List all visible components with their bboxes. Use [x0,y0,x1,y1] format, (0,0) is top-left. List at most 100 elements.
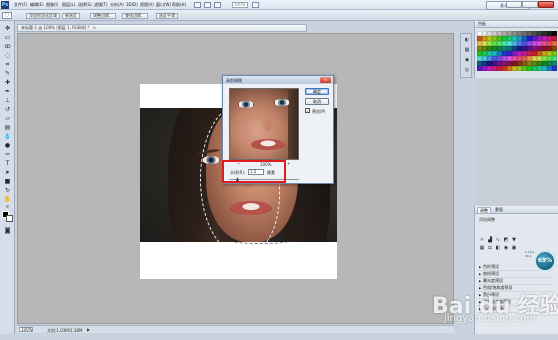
dialog-close-button[interactable]: × [320,77,331,83]
swatches-panel-icon[interactable]: ▦ [463,47,471,54]
restore-button[interactable] [522,1,538,8]
zoom-level-field[interactable]: 100% [232,2,248,8]
type-tool-icon[interactable]: T [3,160,12,167]
black-white-icon[interactable]: ◧ [495,245,501,251]
menu-file[interactable]: 文件(F) [14,2,27,8]
menu-view[interactable]: 视图(V) [140,2,154,8]
3d-rotate-tool-icon[interactable]: ↻ [3,187,12,194]
photo-filter-icon[interactable]: ◉ [503,245,509,251]
baidu-watermark-url: jingyan.baidu.com [444,313,537,324]
close-document-icon[interactable]: × [93,25,96,31]
move-tool-icon[interactable]: ✥ [3,25,12,32]
quick-selection-tool-icon[interactable]: ◌ [3,52,12,59]
healing-brush-tool-icon[interactable]: ✚ [3,79,12,86]
menu-layer[interactable]: 图层(L) [62,2,75,8]
list-item[interactable]: ▶ 曝光度预设 [478,278,554,285]
selection-marquee-edge [230,238,290,244]
option-add-to-selection[interactable]: 添加到羽化区域 [26,13,60,19]
dialog-titlebar[interactable]: 高斯模糊 × [223,76,333,84]
curves-icon[interactable]: ∿ [495,237,501,243]
menu-select[interactable]: 选择(S) [78,2,92,8]
panel-empty-area [474,78,558,206]
document-tab[interactable]: 未标题-1 @ 100% (图层 1, RGB/8) * × [17,24,307,32]
color-panel-icon[interactable]: ◐ [463,37,471,44]
expand-triangle-icon[interactable]: ▶ [479,278,481,284]
swatch-color[interactable] [552,66,557,71]
preview-checkbox-label: 预览(P) [312,109,326,114]
quick-mask-icon[interactable]: ◙ [3,227,12,234]
dialog-title: 高斯模糊 [226,78,242,83]
menu-analysis[interactable]: 分析(A) [110,2,124,8]
gradient-tool-icon[interactable]: ▤ [3,124,12,131]
levels-icon[interactable]: ▟ [487,237,493,243]
option-new-selection[interactable]: 新选区 [62,13,80,19]
clone-stamp-tool-icon[interactable]: ⊥ [3,97,12,104]
arrange-documents-icon[interactable] [214,2,221,8]
preview-right-eye [274,99,290,106]
status-bar: 100% 文档:1.03M/1.38M ▶ [17,325,454,333]
background-color-swatch[interactable] [6,215,13,222]
close-window-button[interactable] [538,1,554,8]
quick-selection-tool-icon[interactable]: ◌ [2,12,12,19]
hand-tool-icon[interactable]: ✋ [3,196,12,203]
shape-tool-icon[interactable]: ■ [3,178,12,185]
list-item-label: 曝光度预设 [483,278,503,283]
performance-gauge[interactable]: 69% [534,250,556,272]
zoom-tool-icon[interactable]: ⌕ [3,203,12,210]
blur-tool-icon[interactable]: 💧 [3,133,12,140]
swatch-grid[interactable] [477,31,557,71]
list-item-label: 曲线预设 [483,271,499,276]
channel-mixer-icon[interactable]: ▣ [511,245,517,251]
network-speed: 0.1K/s 0K/s [525,250,534,258]
expand-triangle-icon[interactable]: ▶ [479,271,481,277]
preview-nose [261,111,275,131]
brightness-icon[interactable]: ☼ [479,237,485,243]
menu-window[interactable]: 窗口(W) [156,2,171,8]
preview-checkbox[interactable]: ✓ [305,108,310,113]
cancel-button[interactable]: 取消 [305,98,329,105]
preview-hair [288,89,298,159]
tab-adjustments[interactable]: 调整 [477,207,491,213]
list-item[interactable]: ▶ 曲线预设 [478,271,554,278]
menu-3d[interactable]: 3D(D) [126,2,138,7]
expand-triangle-icon[interactable]: ▶ [479,264,481,270]
option-smooth-selection[interactable]: 选区平滑 [156,13,178,19]
swatches-panel-title: 色板 [475,21,558,28]
menu-image[interactable]: 图像(I) [46,2,58,8]
menu-bar: Ps 文件(F) 编辑(E) 图像(I) 图层(L) 选择(S) 滤镜(T) 分… [0,0,558,10]
option-find-edge[interactable]: 查找边缘... [122,13,148,19]
path-selection-tool-icon[interactable]: ➤ [3,169,12,176]
eraser-tool-icon[interactable]: ▱ [3,115,12,122]
menu-edit[interactable]: 编辑(E) [30,2,44,8]
zoom-in-button[interactable]: + [287,162,291,166]
hue-saturation-icon[interactable]: ▦ [479,245,485,251]
history-brush-tool-icon[interactable]: ↺ [3,106,12,113]
ok-button[interactable]: 确定 [305,88,329,95]
status-zoom-field[interactable]: 100% [19,327,33,332]
vibrance-icon[interactable]: ▼ [511,237,517,243]
marquee-tool-icon[interactable]: ▭ [3,34,12,41]
menu-help[interactable]: 帮助(H) [172,2,186,8]
brush-tool-icon[interactable]: ✒ [3,88,12,95]
preview-lips [251,139,285,150]
mini-bridge-icon[interactable] [204,2,211,8]
pen-tool-icon[interactable]: ✑ [3,151,12,158]
minimize-button[interactable] [506,1,522,8]
styles-panel-icon[interactable]: ◆ [463,57,471,64]
menu-filter[interactable]: 滤镜(T) [94,2,108,8]
exposure-icon[interactable]: ◩ [503,237,509,243]
crop-tool-icon[interactable]: ⌗ [3,61,12,68]
color-balance-icon[interactable]: ⚖ [487,245,493,251]
option-refine-edge[interactable]: 调整边缘... [90,13,116,19]
bridge-icon[interactable] [194,2,201,8]
app-logo: Ps [1,1,9,9]
dodge-tool-icon[interactable]: ● [3,142,12,149]
eyedropper-tool-icon[interactable]: ✎ [3,70,12,77]
lasso-tool-icon[interactable]: ꝏ [3,43,12,50]
panel-dock: ◐ ▦ ◆ ◎ [460,33,472,78]
screen-mode-icon[interactable] [252,2,259,8]
tab-masks[interactable]: 蒙版 [493,207,505,213]
blur-preview[interactable] [229,88,299,160]
status-menu-arrow-icon[interactable]: ▶ [87,327,90,332]
adjustments-panel-icon[interactable]: ◎ [463,67,471,74]
